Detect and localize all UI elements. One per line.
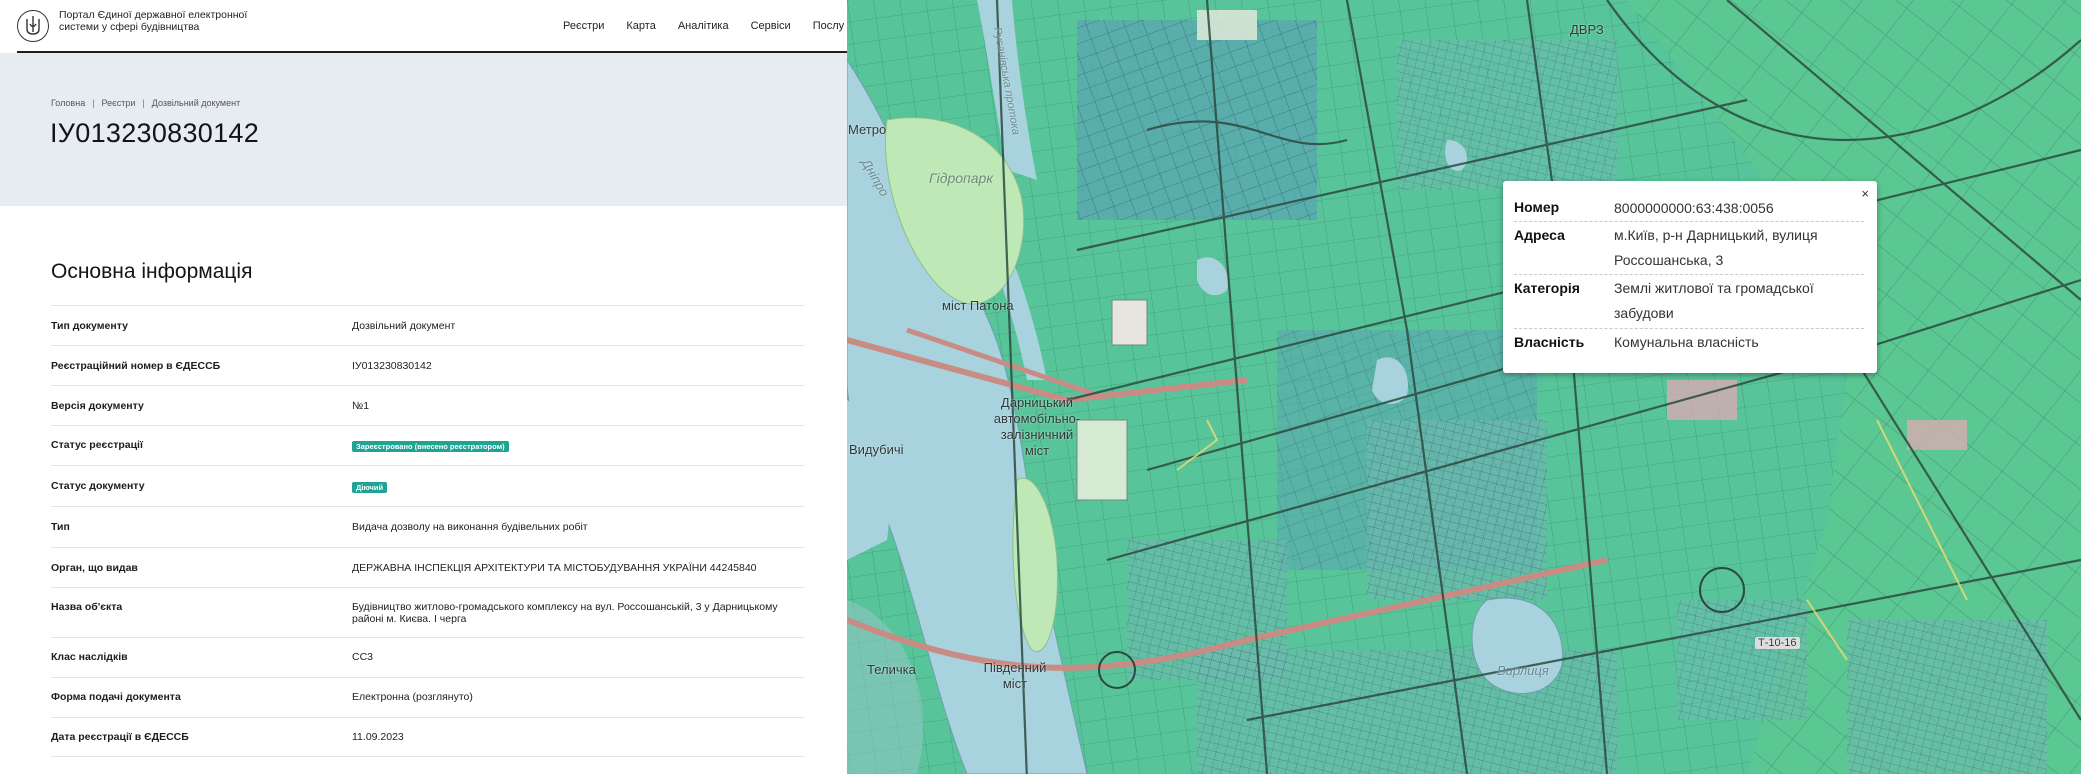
breadcrumb-separator: | bbox=[92, 98, 95, 108]
section-title: Основна інформація bbox=[51, 260, 253, 283]
info-value-cell: Діючий bbox=[352, 481, 804, 493]
info-label: Версія документу bbox=[51, 400, 144, 412]
map-label-pivdennyi-bridge: Південний міст bbox=[983, 660, 1047, 691]
popup-value: 8000000000:63:438:0056 bbox=[1614, 200, 1774, 216]
info-row: Статус реєстрації Зареєстровано (внесено… bbox=[51, 425, 804, 465]
info-row: Дата реєстрації в ЄДЕССБ 11.09.2023 bbox=[51, 717, 804, 757]
info-value: 11.09.2023 bbox=[352, 731, 404, 743]
document-status-badge: Діючий bbox=[352, 482, 388, 493]
info-table: Тип документу Дозвільний документ Реєстр… bbox=[51, 305, 804, 757]
breadcrumb-separator: | bbox=[142, 98, 145, 108]
popup-value: Землі житлової та громадської забудови bbox=[1614, 280, 1814, 321]
info-label: Тип документу bbox=[51, 320, 128, 332]
info-value: Дозвільний документ bbox=[352, 320, 456, 332]
info-value-cell: Зареєстровано (внесено реєстратором) bbox=[352, 440, 804, 452]
nav-map[interactable]: Карта bbox=[626, 20, 655, 32]
info-value: ІУ013230830142 bbox=[352, 360, 432, 372]
popup-key: Адреса bbox=[1514, 227, 1565, 243]
info-row: Форма подачі документа Електронна (розгл… bbox=[51, 677, 804, 717]
info-label: Дата реєстрації в ЄДЕССБ bbox=[51, 731, 189, 743]
info-label: Клас наслідків bbox=[51, 651, 128, 663]
info-label: Орган, що видав bbox=[51, 562, 138, 574]
site-header: Портал Єдиної державної електронної сист… bbox=[0, 0, 847, 53]
info-label: Реєстраційний номер в ЄДЕССБ bbox=[51, 360, 221, 372]
main-nav: Реєстри Карта Аналітика Сервіси Послу bbox=[563, 20, 847, 32]
nav-analytics[interactable]: Аналітика bbox=[678, 20, 729, 32]
left-panel: Портал Єдиної державної електронної сист… bbox=[0, 0, 847, 774]
info-label: Назва об'єкта bbox=[51, 601, 123, 613]
popup-row-category: Категорія Землі житлової та громадської … bbox=[1514, 275, 1864, 329]
popup-key: Категорія bbox=[1514, 280, 1580, 296]
popup-key: Номер bbox=[1514, 199, 1560, 215]
map-label-hidropark: Гідропарк bbox=[929, 170, 993, 186]
breadcrumb: Головна | Реєстри | Дозвільний документ bbox=[51, 98, 240, 108]
info-value: №1 bbox=[352, 400, 370, 412]
map-label-metro: Метро bbox=[848, 122, 887, 137]
trident-logo-icon[interactable] bbox=[17, 10, 49, 42]
info-label: Тип bbox=[51, 521, 70, 533]
popup-value: м.Київ, р-н Дарницький, вулиця Россошанс… bbox=[1614, 227, 1818, 268]
map-label-vydubychi: Видубичі bbox=[849, 442, 904, 457]
breadcrumb-registries[interactable]: Реєстри bbox=[102, 98, 136, 108]
map-label-telychka: Теличка bbox=[867, 662, 916, 677]
info-row: Тип Видача дозволу на виконання будівель… bbox=[51, 506, 804, 547]
trident-icon bbox=[26, 16, 40, 35]
breadcrumb-current: Дозвільний документ bbox=[151, 98, 241, 108]
map-label-vyrlytsia: Вирлиця bbox=[1497, 663, 1549, 678]
info-row: Реєстраційний номер в ЄДЕССБ ІУ013230830… bbox=[51, 345, 804, 385]
breadcrumb-home[interactable]: Головна bbox=[51, 98, 85, 108]
info-row: Версія документу №1 bbox=[51, 385, 804, 425]
map-label-darnytskyi-bridge: Дарницький автомобільно-залізничний міст bbox=[993, 395, 1081, 458]
info-value: Видача дозволу на виконання будівельних … bbox=[352, 521, 588, 533]
hero-banner: Головна | Реєстри | Дозвільний документ … bbox=[0, 53, 847, 206]
map-canvas[interactable] bbox=[847, 0, 2081, 774]
map-label-road-t1016: Т-10-16 bbox=[1755, 637, 1800, 649]
popup-row-ownership: Власність Комунальна власність bbox=[1514, 329, 1864, 357]
info-value: СС3 bbox=[352, 651, 374, 663]
info-row: Назва об'єкта Будівництво житлово-громад… bbox=[51, 587, 804, 637]
info-row: Тип документу Дозвільний документ bbox=[51, 305, 804, 345]
popup-row-number: Номер 8000000000:63:438:0056 bbox=[1514, 195, 1864, 222]
map-label-dvrz: ДВРЗ bbox=[1570, 22, 1604, 37]
popup-value: Комунальна власність bbox=[1614, 334, 1759, 350]
cadastral-map[interactable]: Метро Дніпро Гідропарк міст Патона Дарни… bbox=[847, 0, 2081, 774]
info-label: Форма подачі документа bbox=[51, 691, 181, 703]
nav-services[interactable]: Сервіси bbox=[751, 20, 791, 32]
parcel-info-popup: × Номер 8000000000:63:438:0056 Адреса м.… bbox=[1503, 181, 1877, 373]
info-row: Клас наслідків СС3 bbox=[51, 637, 804, 677]
page-title: ІУ013230830142 bbox=[50, 118, 260, 148]
info-label: Статус документу bbox=[51, 480, 145, 492]
popup-key: Власність bbox=[1514, 334, 1585, 350]
info-value: Електронна (розглянуто) bbox=[352, 691, 473, 703]
info-label: Статус реєстрації bbox=[51, 439, 143, 451]
nav-registries[interactable]: Реєстри bbox=[563, 20, 604, 32]
registration-status-badge: Зареєстровано (внесено реєстратором) bbox=[352, 441, 509, 452]
portal-name[interactable]: Портал Єдиної державної електронної сист… bbox=[59, 9, 249, 33]
map-label-paton-bridge: міст Патона bbox=[942, 298, 1014, 313]
info-value: ДЕРЖАВНА ІНСПЕКЦІЯ АРХІТЕКТУРИ ТА МІСТОБ… bbox=[352, 562, 757, 574]
info-value: Будівництво житлово-громадського комплек… bbox=[352, 601, 778, 625]
nav-services-2[interactable]: Послу bbox=[813, 20, 844, 32]
popup-row-address: Адреса м.Київ, р-н Дарницький, вулиця Ро… bbox=[1514, 222, 1864, 275]
info-row: Статус документу Діючий bbox=[51, 465, 804, 506]
info-row: Орган, що видав ДЕРЖАВНА ІНСПЕКЦІЯ АРХІТ… bbox=[51, 547, 804, 587]
